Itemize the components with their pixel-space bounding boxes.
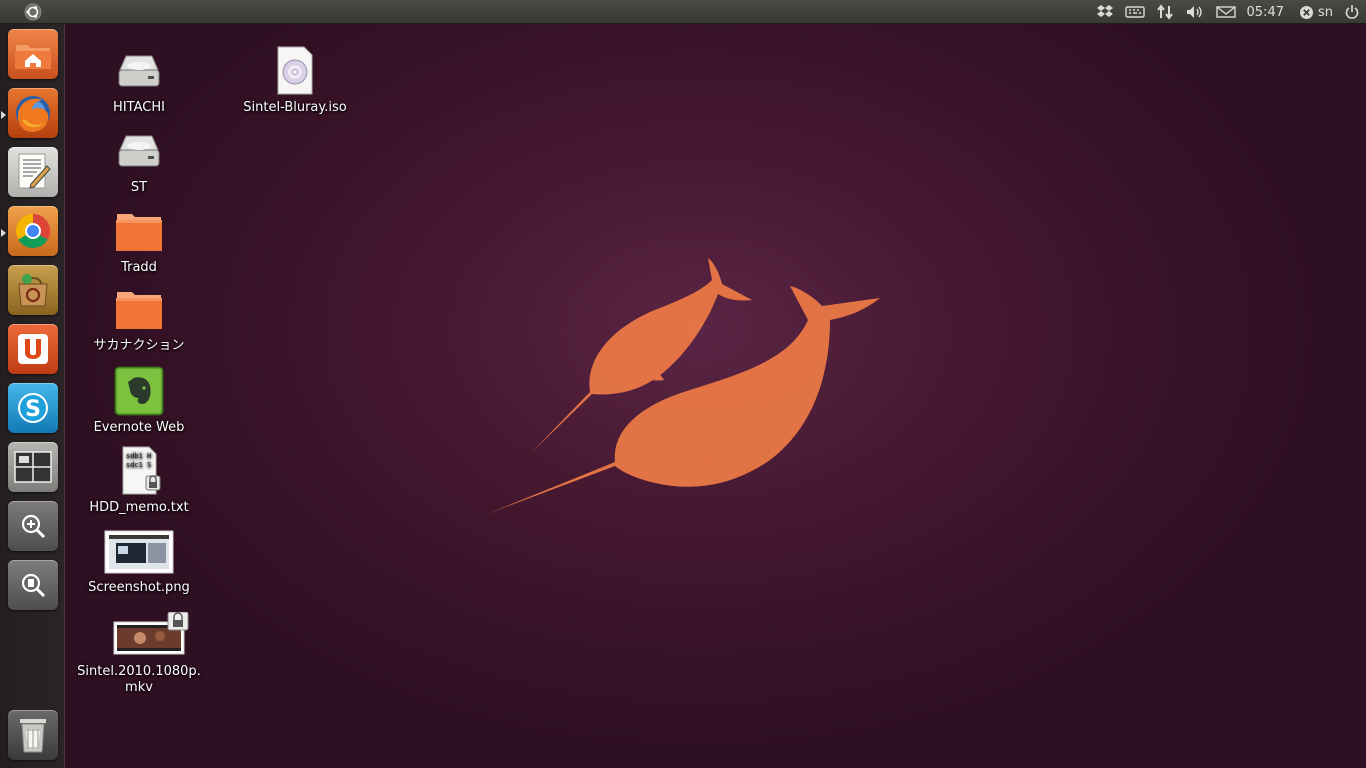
trash-icon: [20, 719, 46, 753]
volume-icon[interactable]: [1185, 4, 1205, 20]
launcher-software-center[interactable]: [8, 265, 58, 315]
desktop-icon-evernote-web[interactable]: Evernote Web: [74, 366, 204, 436]
launcher-home-folder[interactable]: [8, 29, 58, 79]
evernote-icon: [114, 366, 164, 416]
launcher-files-lens[interactable]: [8, 560, 58, 610]
dash-button[interactable]: [0, 0, 65, 24]
launcher-trash[interactable]: [8, 710, 58, 760]
memo-preview-line-1: sdb1 H: [126, 452, 151, 460]
text-file-icon: sdb1 H sdc1 S: [122, 446, 161, 495]
launcher-skype[interactable]: S: [8, 383, 58, 433]
indicator-area: 05:47 sn: [1096, 0, 1360, 24]
launcher: S: [0, 24, 65, 768]
launcher-chrome[interactable]: [8, 206, 58, 256]
chat-status-icon: [1299, 5, 1313, 19]
ubuntu-one-icon: [18, 334, 48, 364]
desktop-icon-tradd[interactable]: Tradd: [74, 206, 204, 276]
desktop-icon-screenshot[interactable]: Screenshot.png: [74, 530, 204, 596]
mail-icon[interactable]: [1215, 5, 1236, 19]
zoom-apps-icon: [21, 514, 46, 539]
zoom-files-icon: [21, 573, 46, 598]
desktop-icon-hdd-memo[interactable]: sdb1 H sdc1 S HDD_memo.txt: [74, 446, 204, 516]
svg-text:S: S: [25, 397, 41, 422]
power-icon[interactable]: [1344, 4, 1360, 20]
image-file-icon: [104, 530, 174, 574]
disc-image-icon: [277, 46, 313, 95]
dropbox-icon[interactable]: [1096, 4, 1114, 20]
video-file-icon: [113, 612, 189, 655]
drive-icon: [118, 55, 160, 87]
user-name: sn: [1317, 4, 1333, 20]
launcher-apps-lens[interactable]: [8, 501, 58, 551]
drive-icon: [118, 135, 160, 167]
running-indicator: [1, 111, 6, 119]
launcher-firefox[interactable]: [8, 88, 58, 138]
desktop-icon-sakanaction[interactable]: サカナクション: [74, 284, 204, 354]
clock[interactable]: 05:47: [1247, 5, 1284, 20]
folder-icon: [116, 214, 162, 251]
launcher-workspace-switcher[interactable]: [8, 442, 58, 492]
software-center-icon: [18, 274, 48, 307]
launcher-text-editor[interactable]: [8, 147, 58, 197]
top-panel: 05:47 sn: [0, 0, 1366, 24]
desktop-icon-sintel-bluray[interactable]: Sintel-Bluray.iso: [230, 46, 360, 116]
wallpaper-narwhals: [487, 258, 880, 514]
folder-icon: [116, 292, 162, 329]
keyboard-icon[interactable]: [1124, 5, 1145, 19]
workspace-icon: [14, 451, 52, 483]
user-menu[interactable]: sn: [1299, 5, 1333, 20]
launcher-ubuntu-one[interactable]: [8, 324, 58, 374]
desktop-icon-hitachi[interactable]: HITACHI: [74, 46, 204, 116]
skype-icon: S: [18, 393, 48, 423]
home-icon: [15, 45, 51, 69]
desktop-icon-st[interactable]: ST: [74, 126, 204, 196]
desktop-icon-sintel-mkv[interactable]: Sintel.2010.1080p. mkv: [74, 612, 204, 696]
text-editor-icon: [18, 153, 51, 189]
firefox-icon: [16, 96, 50, 132]
memo-preview-line-2: sdc1 S: [126, 461, 151, 469]
network-icon[interactable]: [1156, 4, 1174, 20]
running-indicator: [1, 229, 6, 237]
ubuntu-logo-icon: [24, 3, 41, 21]
chrome-icon: [16, 214, 50, 248]
